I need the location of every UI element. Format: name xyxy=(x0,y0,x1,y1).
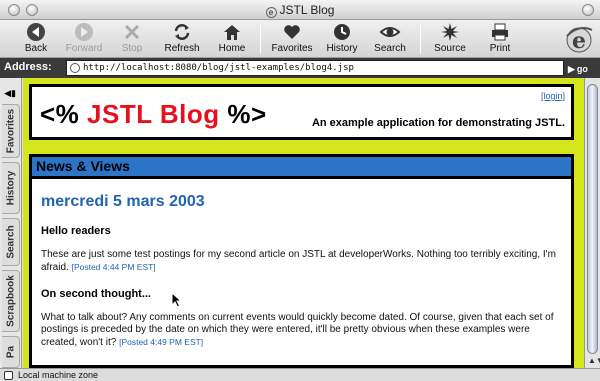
print-button[interactable]: Print xyxy=(474,21,526,57)
favorites-button[interactable]: Favorites xyxy=(266,21,318,57)
clock-icon xyxy=(334,24,350,40)
tab-history[interactable]: History xyxy=(2,162,20,214)
post-date: mercredi 5 mars 2003 xyxy=(41,193,205,210)
ie-logo-icon: e xyxy=(566,27,593,54)
zone-icon xyxy=(4,371,13,380)
history-button[interactable]: History xyxy=(316,21,368,57)
page-icon: e xyxy=(265,7,277,18)
vertical-scrollbar[interactable]: ▲▼ xyxy=(584,78,600,368)
refresh-icon xyxy=(174,24,190,40)
status-bar: Local machine zone xyxy=(0,368,600,381)
url-text: http://localhost:8080/blog/jstl-examples… xyxy=(83,63,354,73)
eye-icon xyxy=(379,27,401,37)
blog-logo: <% JSTL Blog %> xyxy=(40,99,267,129)
go-button[interactable]: ▶ go xyxy=(568,59,598,77)
home-button[interactable]: Home xyxy=(206,21,258,57)
post-timestamp: [Posted 4:44 PM EST] xyxy=(71,262,156,272)
source-starburst-icon xyxy=(441,23,459,41)
scroll-arrows-icon[interactable]: ▲▼ xyxy=(588,356,600,365)
go-arrow-icon: ▶ xyxy=(568,64,575,74)
go-label: go xyxy=(576,64,588,74)
tagline: An example application for demonstrating… xyxy=(311,117,565,129)
search-button[interactable]: Search xyxy=(364,21,416,57)
explorer-bar-toggle-icon[interactable]: ◀▮ xyxy=(1,88,19,100)
address-label: Address: xyxy=(4,61,52,73)
post-title: On second thought... xyxy=(41,288,151,300)
stop-x-icon xyxy=(124,24,140,40)
browser-window: e JSTL Blog Back Forward Stop Refresh Hom… xyxy=(0,0,600,381)
blog-header: <% JSTL Blog %> [login] An example appli… xyxy=(29,84,574,140)
page-content: <% JSTL Blog %> [login] An example appli… xyxy=(23,78,584,368)
post-body: These are just some test postings for my… xyxy=(41,249,556,273)
source-button[interactable]: Source xyxy=(424,21,476,57)
post-title: Hello readers xyxy=(41,225,111,237)
url-input[interactable]: http://localhost:8080/blog/jstl-examples… xyxy=(66,60,564,76)
address-bar: Address: http://localhost:8080/blog/jstl… xyxy=(0,58,600,78)
tab-search[interactable]: Search xyxy=(2,218,20,266)
back-button[interactable]: Back xyxy=(10,21,62,57)
login-link[interactable]: [login] xyxy=(541,91,565,101)
post-body: What to talk about? Any comments on curr… xyxy=(41,312,554,348)
window-title: e JSTL Blog xyxy=(0,3,600,18)
toolbar: Back Forward Stop Refresh Home Favorites… xyxy=(0,20,600,58)
post-timestamp: [Posted 4:49 PM EST] xyxy=(119,337,204,347)
news-panel: mercredi 5 mars 2003 Hello readers These… xyxy=(29,176,574,368)
refresh-button[interactable]: Refresh xyxy=(156,21,208,57)
page-icon xyxy=(70,63,80,73)
tab-scrapbook[interactable]: Scrapbook xyxy=(2,270,20,332)
tab-page-holder[interactable]: Pa xyxy=(2,336,20,368)
title-bar: e JSTL Blog xyxy=(0,0,600,20)
tab-favorites[interactable]: Favorites xyxy=(2,104,20,158)
printer-icon xyxy=(492,23,508,41)
forward-button[interactable]: Forward xyxy=(58,21,110,57)
explorer-bar: ◀▮ Favorites History Search Scrapbook Pa xyxy=(0,78,22,368)
forward-arrow-icon xyxy=(75,23,93,41)
stop-button[interactable]: Stop xyxy=(106,21,158,57)
svg-text:e: e xyxy=(572,28,586,54)
section-title: News & Views xyxy=(29,154,574,176)
scrollbar-thumb[interactable] xyxy=(587,84,598,354)
home-icon xyxy=(224,25,240,40)
heart-icon xyxy=(284,25,300,39)
back-arrow-icon xyxy=(27,23,45,41)
zone-label: Local machine zone xyxy=(18,370,99,380)
mouse-cursor-icon xyxy=(171,292,183,308)
